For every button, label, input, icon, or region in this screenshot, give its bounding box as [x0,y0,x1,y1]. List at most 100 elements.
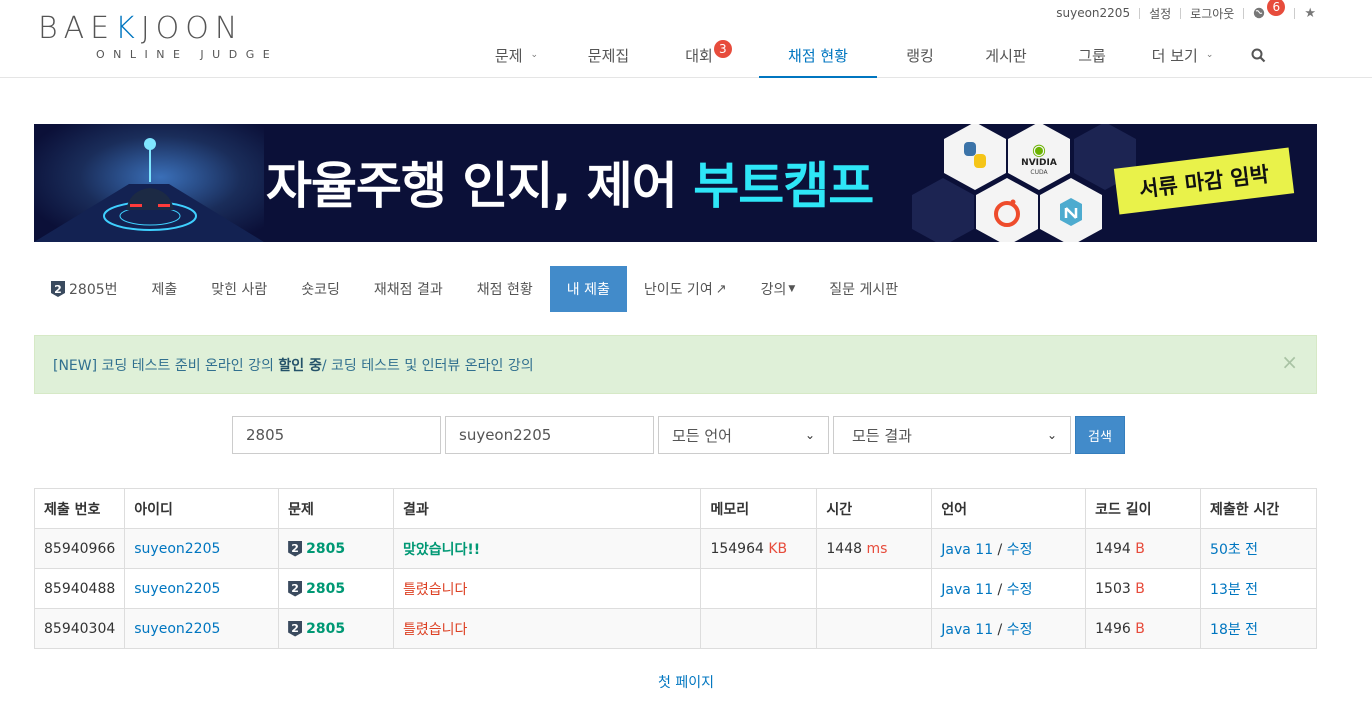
time-cell [816,608,933,649]
tab-qna[interactable]: 질문 게시판 [812,266,915,312]
memory-cell [700,608,818,649]
tab-solved[interactable]: 맞힌 사람 [194,266,284,312]
chevron-down-icon: ⌄ [1205,50,1214,60]
nav-item-0[interactable]: 문제 ⌄ [474,38,559,78]
site-header: BAEKJOON ONLINE JUDGE suyeon2205 설정 로그아웃… [0,0,1372,78]
search-button[interactable] [1230,38,1286,78]
column-header: 제출 번호 [33,488,126,529]
table-row: 85940488 suyeon2205 2 2805 틀렸습니다 Java 11 / 수… [33,568,1317,609]
source-link[interactable]: Java 11 [941,622,993,638]
submitted-time-link[interactable]: 18분 전 [1210,622,1258,638]
promo-link-2[interactable]: / 코딩 테스트 및 인터뷰 온라인 강의 [322,355,534,375]
submitted-time-link[interactable]: 50초 전 [1210,542,1258,558]
bootcamp-banner[interactable]: 자율주행 인지, 제어 부트캠프 ◉ NVIDIA CUDA 서류 마감 임박 [34,124,1317,242]
main-nav: 문제 ⌄ 문제집 대회 3 채점 현황 랭킹 게시판 그룹 더 보기 ⌄ [474,38,1286,78]
source-link[interactable]: Java 11 [941,582,993,598]
tab-short-coding[interactable]: 숏코딩 [284,266,357,312]
result-select[interactable]: 모든 결과 ⌄ [833,416,1071,454]
column-header: 아이디 [124,488,280,529]
column-header: 코드 길이 [1085,488,1202,529]
user-cell[interactable]: suyeon2205 [124,608,280,649]
search-button[interactable]: 검색 [1075,416,1125,454]
tab-my-submissions[interactable]: 내 제출 [549,266,627,312]
chevron-down-icon: ⌄ [1046,428,1057,442]
nav-item-1[interactable]: 문제집 [559,38,658,78]
settings-link[interactable]: 설정 [1149,5,1171,22]
user-link[interactable]: suyeon2205 [134,581,220,597]
problem-id-input[interactable]: 2805 [232,416,441,454]
tier-icon: 2 [288,540,303,557]
globe-icon [1254,7,1265,19]
nav-item-6[interactable]: 그룹 [1049,38,1135,78]
nvidia-icon: ◉ NVIDIA CUDA [1008,124,1070,190]
edit-link[interactable]: 수정 [1007,582,1033,598]
column-header: 언어 [931,488,1087,529]
problem-link[interactable]: 2805 [306,581,345,597]
submitted-time-cell: 50초 전 [1200,528,1317,569]
language-select[interactable]: 모든 언어 ⌄ [658,416,829,454]
result-text: 맞았습니다!! [403,541,481,558]
problem-cell[interactable]: 2 2805 [278,608,395,649]
submission-table: 제출 번호 아이디 문제 결과 메모리 시간 언어 코드 길이 제출한 시간 85940966 s… [33,488,1317,649]
tab-status[interactable]: 채점 현황 [460,266,550,312]
submitted-time-cell: 13분 전 [1200,568,1317,609]
tier-icon: 2 [51,281,65,297]
nav-item-5[interactable]: 게시판 [963,38,1049,78]
user-cell[interactable]: suyeon2205 [124,568,280,609]
table-row: 85940304 suyeon2205 2 2805 틀렸습니다 Java 11 / 수… [33,608,1317,649]
car-illustration [34,124,264,242]
username-link[interactable]: suyeon2205 [1056,6,1130,20]
time-cell: 1448 ms [816,528,933,569]
tab-rejudge[interactable]: 재채점 결과 [357,266,460,312]
submission-id: 85940966 [33,528,126,569]
nav-item-7[interactable]: 더 보기 ⌄ [1135,38,1230,78]
edit-link[interactable]: 수정 [1007,542,1033,558]
memory-cell [700,568,818,609]
tab-problem[interactable]: 2 2805번 [34,266,135,312]
user-link[interactable]: suyeon2205 [134,621,220,637]
submission-id: 85940304 [33,608,126,649]
tier-icon: 2 [288,580,303,597]
submitted-time-cell: 18분 전 [1200,608,1317,649]
problem-link[interactable]: 2805 [306,541,345,557]
close-icon[interactable]: × [1281,350,1298,374]
result-cell: 틀렸습니다 [393,568,702,609]
tab-difficulty[interactable]: 난이도 기여 ↗ [627,266,744,312]
column-header: 결과 [393,488,702,529]
language-cell: Java 11 / 수정 [931,568,1087,609]
notification-badge: 6 [1267,0,1286,16]
pagination: 첫 페이지 [0,672,1372,692]
caret-down-icon: ▼ [788,284,796,294]
nav-item-4[interactable]: 랭킹 [877,38,963,78]
tab-lecture[interactable]: 강의 ▼ [744,266,813,312]
first-page-link[interactable]: 첫 페이지 [658,675,714,691]
promo-link-1[interactable]: [NEW] 코딩 테스트 준비 온라인 강의 할인 중 [53,355,322,375]
tab-submit[interactable]: 제출 [135,266,195,312]
submitted-time-link[interactable]: 13분 전 [1210,582,1258,598]
user-cell[interactable]: suyeon2205 [124,528,280,569]
chevron-down-icon: ⌄ [804,428,815,442]
external-link-icon: ↗ [715,281,727,297]
column-header: 메모리 [700,488,818,529]
nav-item-2[interactable]: 대회 3 [658,38,759,78]
pytorch-icon [976,178,1038,242]
problem-menu: 2 2805번 제출 맞힌 사람 숏코딩 재채점 결과 채점 현황 내 제출 난이… [34,266,915,312]
star-icon[interactable]: ★ [1304,6,1316,21]
table-header: 제출 번호 아이디 문제 결과 메모리 시간 언어 코드 길이 제출한 시간 [33,488,1317,529]
nav-item-3[interactable]: 채점 현황 [759,38,877,78]
code-length-cell: 1496 B [1085,608,1202,649]
notifications-button[interactable]: 6 [1253,0,1286,22]
source-link[interactable]: Java 11 [941,542,993,558]
user-id-input[interactable]: suyeon2205 [445,416,654,454]
baekjoon-logo[interactable]: BAEKJOON ONLINE JUDGE [38,12,318,64]
column-header: 제출한 시간 [1200,488,1317,529]
problem-link[interactable]: 2805 [306,621,345,637]
problem-cell[interactable]: 2 2805 [278,568,395,609]
language-cell: Java 11 / 수정 [931,608,1087,649]
problem-cell[interactable]: 2 2805 [278,528,395,569]
logout-link[interactable]: 로그아웃 [1190,5,1234,22]
numpy-icon [1040,178,1102,242]
user-link[interactable]: suyeon2205 [134,541,220,557]
search-icon [1251,48,1265,63]
edit-link[interactable]: 수정 [1007,622,1033,638]
